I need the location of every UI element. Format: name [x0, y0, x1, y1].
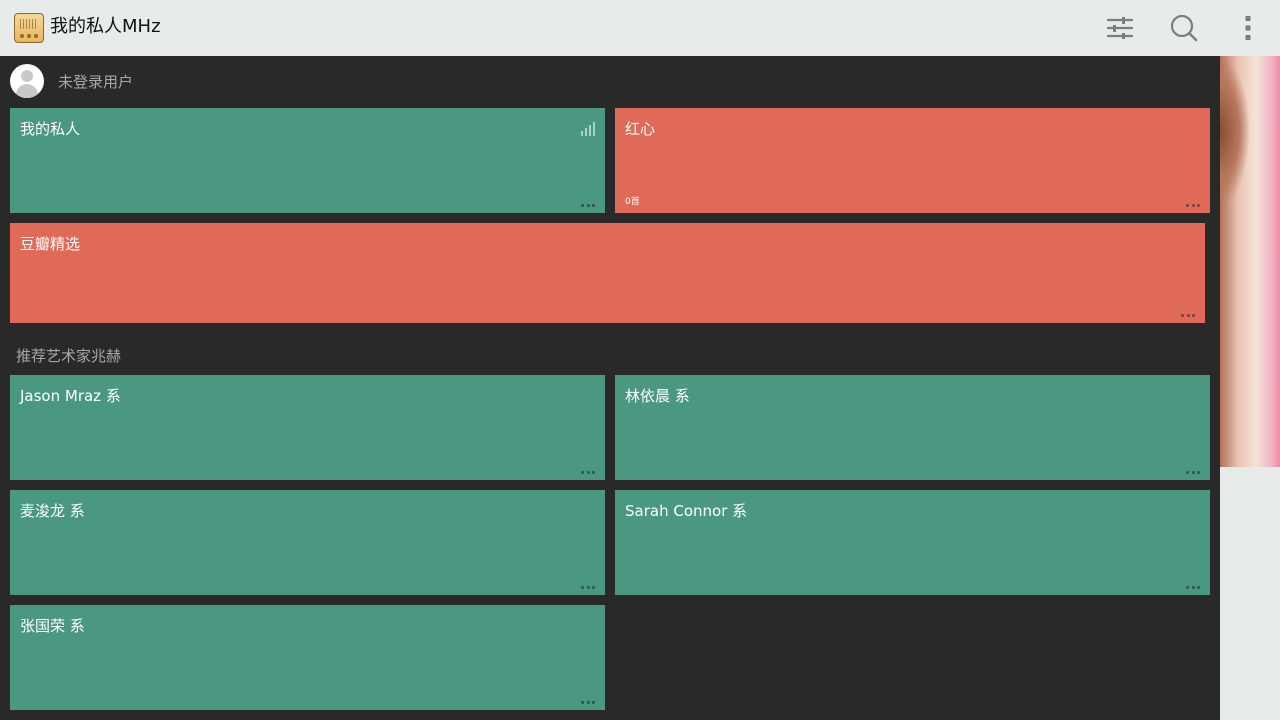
channel-title: 张国荣 系	[20, 617, 85, 635]
more-icon[interactable]	[581, 694, 595, 704]
app-title: 我的私人MHz	[50, 16, 161, 37]
search-button[interactable]	[1164, 8, 1204, 48]
avatar[interactable]	[10, 64, 44, 98]
artist-channel-card[interactable]: Sarah Connor 系	[615, 490, 1210, 595]
side-panel-background	[1220, 467, 1280, 720]
channel-card-personal[interactable]: 我的私人	[10, 108, 605, 213]
channel-card-red-heart[interactable]: 红心 0首	[615, 108, 1210, 213]
artist-channel-card[interactable]: Jason Mraz 系	[10, 375, 605, 480]
app-bar: 我的私人MHz	[0, 0, 1280, 56]
cover-image-peek[interactable]	[1220, 56, 1280, 467]
channel-title: Sarah Connor 系	[625, 502, 748, 520]
channel-title: 麦浚龙 系	[20, 502, 85, 520]
channel-card-douban-selection[interactable]: 豆瓣精选	[10, 223, 1205, 323]
more-vert-icon	[1245, 16, 1251, 40]
artist-channel-card[interactable]: 林依晨 系	[615, 375, 1210, 480]
channel-title: 林依晨 系	[625, 387, 690, 405]
radio-app-icon[interactable]	[14, 13, 44, 43]
search-icon	[1170, 14, 1198, 42]
more-icon[interactable]	[581, 579, 595, 589]
channel-title: Jason Mraz 系	[20, 387, 121, 405]
user-name[interactable]: 未登录用户	[58, 71, 133, 92]
filter-button[interactable]	[1100, 8, 1140, 48]
channel-title: 豆瓣精选	[20, 235, 81, 253]
more-icon[interactable]	[1186, 197, 1200, 207]
more-icon[interactable]	[581, 197, 595, 207]
artist-channel-card[interactable]: 张国荣 系	[10, 605, 605, 710]
user-row[interactable]: 未登录用户	[10, 64, 133, 98]
channel-title: 红心	[625, 120, 656, 138]
more-icon[interactable]	[1186, 464, 1200, 474]
section-title-recommended: 推荐艺术家兆赫	[16, 347, 122, 365]
filter-icon	[1107, 17, 1133, 39]
channel-title: 我的私人	[20, 120, 81, 138]
more-icon[interactable]	[1181, 307, 1195, 317]
song-count: 0首	[625, 197, 640, 207]
more-icon[interactable]	[1186, 579, 1200, 589]
artist-channel-card[interactable]: 麦浚龙 系	[10, 490, 605, 595]
more-icon[interactable]	[581, 464, 595, 474]
now-playing-icon	[581, 122, 595, 136]
overflow-menu-button[interactable]	[1228, 8, 1268, 48]
